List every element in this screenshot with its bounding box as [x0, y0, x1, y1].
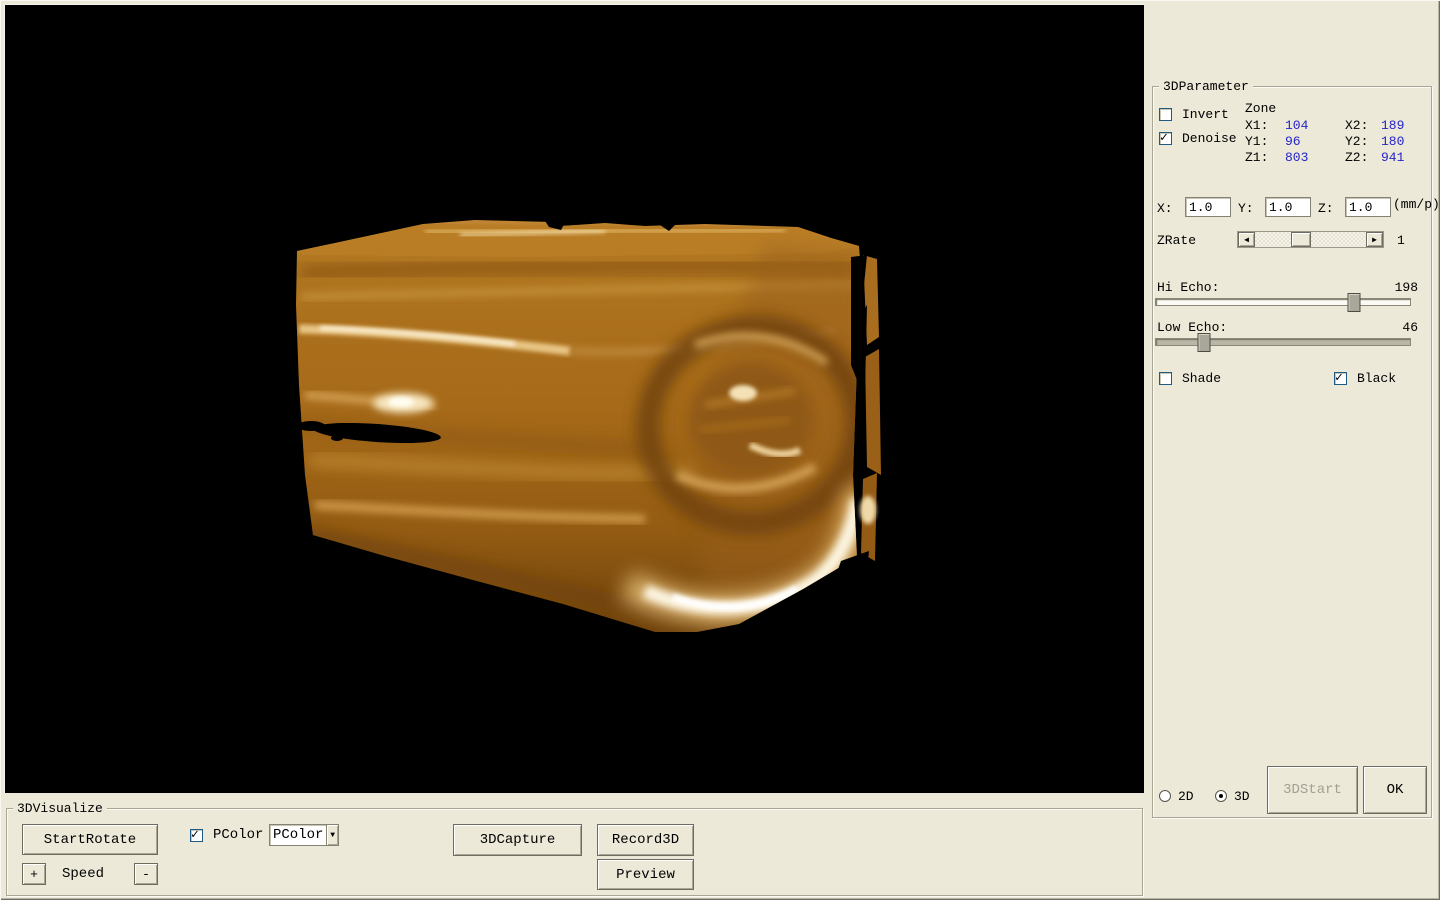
parameter-panel-title: 3DParameter [1159, 79, 1253, 94]
zrate-thumb[interactable] [1291, 232, 1311, 247]
mode-3d-label: 3D [1234, 789, 1250, 804]
pcolor-dropdown-value: PColor [270, 827, 326, 843]
zone-x2-label: X2: [1345, 118, 1368, 133]
x-scale-input[interactable]: 1.0 [1185, 197, 1231, 217]
zone-y2-label: Y2: [1345, 134, 1368, 149]
pcolor-dropdown[interactable]: PColor ▼ [269, 824, 339, 846]
hi-echo-label: Hi Echo: [1157, 280, 1219, 295]
record-3d-button[interactable]: Record3D [597, 824, 694, 856]
right-arrow-icon: ▶ [1372, 235, 1377, 245]
capture-3d-button[interactable]: 3DCapture [453, 824, 582, 856]
speed-plus-button[interactable]: + [22, 863, 46, 885]
zrate-value: 1 [1397, 233, 1405, 248]
visualize-panel: 3DVisualize StartRotate + Speed - PColor… [6, 808, 1143, 896]
zone-z1-value: 803 [1285, 150, 1308, 165]
invert-checkbox[interactable] [1159, 108, 1172, 121]
zone-y1-label: Y1: [1245, 134, 1268, 149]
y-scale-input[interactable]: 1.0 [1265, 197, 1311, 217]
render-viewport[interactable] [4, 4, 1144, 793]
low-echo-thumb[interactable] [1198, 333, 1211, 352]
scale-unit-label: (mm/p) [1393, 197, 1440, 212]
mode-2d-radio[interactable] [1159, 790, 1171, 802]
pcolor-dropdown-button[interactable]: ▼ [326, 825, 338, 845]
y-scale-label: Y: [1238, 201, 1254, 216]
preview-button[interactable]: Preview [597, 859, 694, 890]
start3d-button[interactable]: 3DStart [1267, 766, 1358, 814]
zone-z1-label: Z1: [1245, 150, 1268, 165]
left-arrow-icon: ◀ [1244, 235, 1249, 245]
shade-label: Shade [1182, 371, 1221, 386]
zone-x1-value: 104 [1285, 118, 1308, 133]
zrate-left-arrow[interactable]: ◀ [1238, 232, 1255, 247]
zone-z2-label: Z2: [1345, 150, 1368, 165]
zone-y1-value: 96 [1285, 134, 1301, 149]
visualize-panel-title: 3DVisualize [13, 801, 107, 816]
zone-y2-value: 180 [1381, 134, 1404, 149]
zrate-track[interactable] [1255, 232, 1366, 247]
mode-2d-label: 2D [1178, 789, 1194, 804]
hi-echo-thumb[interactable] [1348, 293, 1361, 312]
volume-render-image [5, 5, 1145, 794]
low-echo-value: 46 [1378, 320, 1418, 335]
hi-echo-value: 198 [1378, 280, 1418, 295]
x-scale-label: X: [1157, 201, 1173, 216]
speed-minus-button[interactable]: - [134, 863, 158, 885]
black-checkbox[interactable] [1334, 372, 1347, 385]
hi-echo-slider[interactable] [1155, 298, 1411, 306]
speed-label: Speed [62, 867, 104, 882]
parameter-panel: 3DParameter Invert Denoise Zone X1: 104 … [1152, 86, 1432, 818]
shade-checkbox[interactable] [1159, 372, 1172, 385]
denoise-checkbox[interactable] [1159, 132, 1172, 145]
invert-label: Invert [1182, 107, 1229, 122]
pcolor-checkbox[interactable] [190, 829, 203, 842]
z-scale-label: Z: [1318, 201, 1334, 216]
zrate-right-arrow[interactable]: ▶ [1366, 232, 1383, 247]
app-window: 3DParameter Invert Denoise Zone X1: 104 … [0, 0, 1440, 900]
chevron-down-icon: ▼ [330, 831, 335, 840]
denoise-label: Denoise [1182, 131, 1237, 146]
pcolor-label: PColor [213, 828, 263, 843]
ok-button[interactable]: OK [1363, 766, 1427, 814]
zone-x2-value: 189 [1381, 118, 1404, 133]
zone-x1-label: X1: [1245, 118, 1268, 133]
zrate-label: ZRate [1157, 233, 1196, 248]
mode-3d-radio[interactable] [1215, 790, 1227, 802]
zone-title: Zone [1245, 101, 1276, 116]
z-scale-input[interactable]: 1.0 [1345, 197, 1391, 217]
low-echo-slider[interactable] [1155, 338, 1411, 346]
zrate-scrollbar[interactable]: ◀ ▶ [1237, 231, 1384, 248]
black-label: Black [1357, 371, 1396, 386]
zone-z2-value: 941 [1381, 150, 1404, 165]
low-echo-label: Low Echo: [1157, 320, 1227, 335]
start-rotate-button[interactable]: StartRotate [22, 824, 158, 855]
